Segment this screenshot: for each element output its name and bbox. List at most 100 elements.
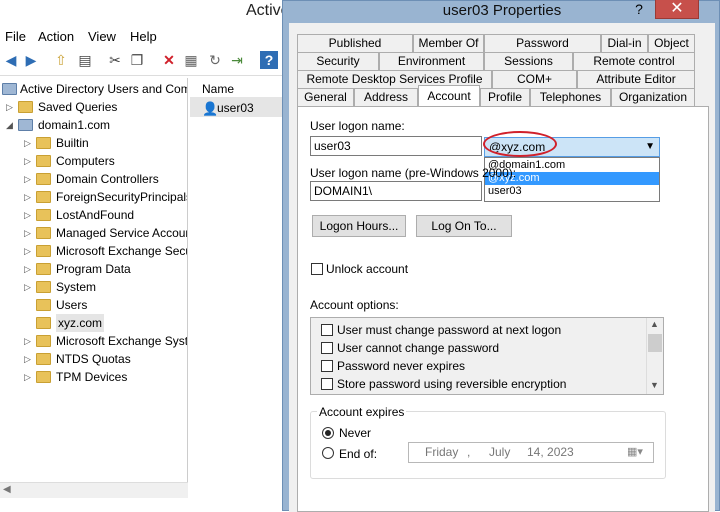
tree-node-label: LostAndFound	[56, 208, 135, 222]
tree-expander[interactable]: ▷	[24, 152, 34, 170]
menu-file[interactable]: File	[5, 29, 26, 44]
user-icon: 👤	[202, 101, 219, 116]
back-icon[interactable]: ◀	[2, 51, 20, 69]
logon-name-input[interactable]: user03	[310, 136, 482, 156]
option-cannot-change-password[interactable]: User cannot change password	[321, 339, 499, 357]
refresh-icon[interactable]: ↻	[206, 51, 224, 69]
expiry-date-picker[interactable]: Friday , July 14, 2023 ▦▾	[408, 442, 654, 463]
tree-node[interactable]: ▷ Program Data	[0, 260, 187, 278]
option-must-change-password[interactable]: User must change password at next logon	[321, 321, 561, 339]
scroll-thumb[interactable]	[648, 334, 662, 352]
ou-icon	[36, 317, 51, 329]
tree-expander[interactable]: ▷	[24, 170, 34, 188]
tree-node[interactable]: ▷ Microsoft Exchange Syste	[0, 332, 187, 350]
tree-node[interactable]: ▷ Builtin	[0, 134, 187, 152]
delete-icon[interactable]: ✕	[160, 51, 178, 69]
end-of-label: End of:	[339, 447, 378, 461]
option-reversible-encryption[interactable]: Store password using reversible encrypti…	[321, 375, 566, 393]
never-radio[interactable]	[322, 427, 334, 439]
tree-expander[interactable]: ▷	[24, 368, 34, 386]
console-tree-icon[interactable]: ▤	[76, 51, 94, 69]
options-scrollbar[interactable]: ▲ ▼	[646, 318, 663, 394]
dialog-close-button[interactable]: ✕	[655, 0, 699, 19]
date-month: July	[489, 445, 511, 459]
tree-node[interactable]: Users	[0, 296, 187, 314]
tree-node[interactable]: xyz.com	[0, 314, 187, 332]
option-checkbox[interactable]	[321, 360, 333, 372]
log-on-to-button[interactable]: Log On To...	[416, 215, 512, 237]
unlock-account-checkbox[interactable]	[311, 263, 323, 275]
menu-action[interactable]: Action	[38, 29, 74, 44]
end-of-radio[interactable]	[322, 447, 334, 459]
tree-node-label: Microsoft Exchange Secu	[56, 244, 188, 258]
pre2000-domain-input[interactable]: DOMAIN1\	[310, 181, 482, 201]
tree-node[interactable]: ▷ System	[0, 278, 187, 296]
name-column-label: Name	[202, 82, 235, 96]
folder-icon	[36, 245, 51, 257]
tree-node-label: ForeignSecurityPrincipals	[56, 190, 188, 204]
tree-node[interactable]: ▷ Saved Queries	[0, 98, 187, 116]
tree-node-label: Program Data	[56, 262, 131, 276]
tree-expander[interactable]: ▷	[24, 224, 34, 242]
menu-view[interactable]: View	[88, 29, 116, 44]
tree-expander[interactable]: ▷	[24, 350, 34, 368]
forward-icon[interactable]: ▶	[22, 51, 40, 69]
tree-node-label: Users	[56, 298, 88, 312]
tree-node-label: System	[56, 280, 97, 294]
calendar-icon[interactable]: ▦▾	[627, 443, 643, 462]
date-rest: 14, 2023	[527, 445, 574, 459]
tree-expander[interactable]: ▷	[24, 134, 34, 152]
folder-icon	[36, 335, 51, 347]
tree-node-label: NTDS Quotas	[56, 352, 131, 366]
option-password-never-expires[interactable]: Password never expires	[321, 357, 465, 375]
tree-expander[interactable]: ▷	[24, 278, 34, 296]
tree-expander[interactable]: ▷	[24, 242, 34, 260]
option-checkbox[interactable]	[321, 378, 333, 390]
results-pane: Name 👤 user03	[190, 78, 282, 498]
folder-icon	[36, 173, 51, 185]
folder-icon	[36, 227, 51, 239]
tree-node-label: Builtin	[56, 136, 89, 150]
properties-icon[interactable]: ▦	[182, 51, 200, 69]
list-item-label: user03	[217, 101, 254, 115]
tree-node[interactable]: ▷ TPM Devices	[0, 368, 187, 386]
upn-option-user03[interactable]: user03	[485, 185, 659, 198]
option-checkbox[interactable]	[321, 324, 333, 336]
tree-expander[interactable]: ▷	[24, 206, 34, 224]
cut-icon[interactable]: ✂	[106, 51, 124, 69]
list-item-user03[interactable]: 👤 user03	[190, 98, 282, 117]
tree-node[interactable]: Active Directory Users and Com	[0, 80, 187, 98]
scroll-left-icon[interactable]: ◀	[3, 484, 11, 495]
tree-expander[interactable]: ▷	[24, 260, 34, 278]
unlock-account-label: Unlock account	[326, 262, 409, 276]
tree-node[interactable]: ▷ Microsoft Exchange Secu	[0, 242, 188, 260]
list-column-header[interactable]: Name	[190, 78, 282, 98]
tree-node[interactable]: ▷ LostAndFound	[0, 206, 187, 224]
chevron-down-icon[interactable]: ▼	[645, 138, 655, 156]
tree-node-label: Domain Controllers	[56, 172, 159, 186]
export-icon[interactable]: ⇥	[228, 51, 246, 69]
tree-node[interactable]: ▷ Managed Service Accour	[0, 224, 187, 242]
menu-help[interactable]: Help	[130, 29, 157, 44]
tree-node[interactable]: ▷ NTDS Quotas	[0, 350, 187, 368]
tree-node[interactable]: ▷ ForeignSecurityPrincipals	[0, 188, 188, 206]
tree-node[interactable]: ◢ domain1.com	[0, 116, 187, 134]
option-checkbox[interactable]	[321, 342, 333, 354]
tree-expander[interactable]: ▷	[24, 332, 34, 350]
tree-node[interactable]: ▷ Computers	[0, 152, 187, 170]
chevron-up-icon[interactable]: ▲	[650, 319, 659, 329]
tree-expander[interactable]: ▷	[24, 188, 34, 206]
copy-icon[interactable]: ❐	[128, 51, 146, 69]
help-icon[interactable]: ?	[260, 51, 278, 69]
tree-node[interactable]: ▷ Domain Controllers	[0, 170, 187, 188]
logon-hours-button[interactable]: Logon Hours...	[312, 215, 406, 237]
up-folder-icon[interactable]: ⇧	[52, 51, 70, 69]
tree-horizontal-scrollbar[interactable]: ◀	[0, 482, 188, 498]
tree-expander[interactable]: ◢	[6, 116, 16, 134]
dialog-help-button[interactable]: ?	[628, 1, 650, 19]
chevron-down-icon[interactable]: ▼	[650, 380, 659, 390]
date-day: Friday	[425, 445, 459, 459]
tree-expander[interactable]: ▷	[6, 98, 16, 116]
properties-dialog: user03 Properties ? ✕ Published Certific…	[282, 0, 720, 512]
tab-account[interactable]: Account	[418, 85, 480, 106]
